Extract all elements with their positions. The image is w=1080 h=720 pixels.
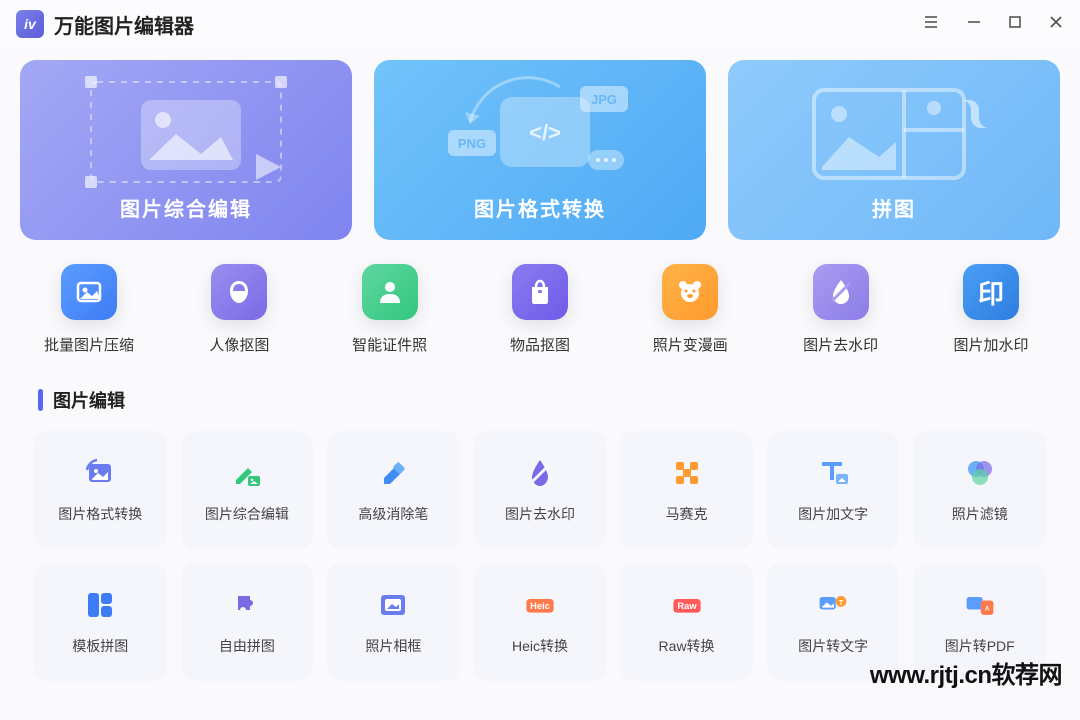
- person-icon: [362, 264, 418, 320]
- grid-frame[interactable]: 照片相框: [327, 563, 460, 681]
- close-icon[interactable]: [1048, 14, 1064, 35]
- grid-mosaic[interactable]: 马赛克: [620, 431, 753, 549]
- grid-filter[interactable]: 照片滤镜: [913, 431, 1046, 549]
- grid-label: 自由拼图: [219, 636, 275, 656]
- grid-heic[interactable]: Heic Heic转换: [474, 563, 607, 681]
- hero-row: 图片综合编辑 </> PNG JPG 图片格式转换: [20, 60, 1060, 240]
- hero-format-convert[interactable]: </> PNG JPG 图片格式转换: [374, 60, 706, 240]
- grid-label: 模板拼图: [72, 636, 128, 656]
- tool-add-watermark[interactable]: 印 图片加水印: [936, 264, 1046, 355]
- main-content: 图片综合编辑 </> PNG JPG 图片格式转换: [0, 48, 1080, 681]
- image-edit-art-icon: [81, 72, 291, 192]
- svg-text:Heic: Heic: [530, 601, 550, 611]
- app-logo: iv: [16, 10, 44, 38]
- minimize-icon[interactable]: [966, 14, 982, 35]
- eraser-icon: [376, 456, 410, 490]
- edit-image-icon: [230, 456, 264, 490]
- section-header: 图片编辑: [38, 387, 1060, 413]
- filter-icon: [963, 456, 997, 490]
- grid-add-text[interactable]: 图片加文字: [767, 431, 900, 549]
- tool-id-photo[interactable]: 智能证件照: [335, 264, 445, 355]
- grid-edit-image[interactable]: 图片综合编辑: [181, 431, 314, 549]
- grid-free-collage[interactable]: 自由拼图: [181, 563, 314, 681]
- feature-grid: 图片格式转换 图片综合编辑 高级消除笔 图片去水印 马赛克 图片加文字 照片滤镜…: [20, 431, 1060, 681]
- grid-template-collage[interactable]: 模板拼图: [34, 563, 167, 681]
- svg-text:T: T: [839, 599, 844, 607]
- hero-collage[interactable]: 拼图: [728, 60, 1060, 240]
- frame-icon: [376, 588, 410, 622]
- tool-object-cutout[interactable]: 物品抠图: [485, 264, 595, 355]
- grid-img2pdf[interactable]: A 图片转PDF: [913, 563, 1046, 681]
- stamp-icon: 印: [963, 264, 1019, 320]
- format-convert-art-icon: </> PNG JPG: [430, 72, 650, 192]
- maximize-icon[interactable]: [1008, 15, 1022, 34]
- grid-raw[interactable]: Raw Raw转换: [620, 563, 753, 681]
- puzzle-icon: [230, 588, 264, 622]
- tool-row: 批量图片压缩 人像抠图 智能证件照 物品抠图 照片变漫画 图片去水印 印 图片加…: [34, 264, 1046, 355]
- mosaic-icon: [670, 456, 704, 490]
- tool-label: 物品抠图: [510, 334, 570, 355]
- img2text-icon: T: [816, 588, 850, 622]
- tool-batch-compress[interactable]: 批量图片压缩: [34, 264, 144, 355]
- menu-icon[interactable]: [922, 13, 940, 36]
- template-icon: [83, 588, 117, 622]
- hero-image-edit[interactable]: 图片综合编辑: [20, 60, 352, 240]
- tool-label: 图片去水印: [803, 334, 878, 355]
- tool-label: 人像抠图: [209, 334, 269, 355]
- svg-text:A: A: [985, 605, 990, 612]
- tool-portrait-cutout[interactable]: 人像抠图: [184, 264, 294, 355]
- svg-text:PNG: PNG: [458, 136, 486, 151]
- hero-label: 拼图: [872, 193, 916, 222]
- grid-eraser[interactable]: 高级消除笔: [327, 431, 460, 549]
- tool-label: 图片加水印: [953, 334, 1028, 355]
- bag-icon: [512, 264, 568, 320]
- heic-icon: Heic: [523, 588, 557, 622]
- tool-label: 照片变漫画: [653, 334, 728, 355]
- grid-label: 图片综合编辑: [205, 504, 289, 524]
- grid-label: 马赛克: [666, 504, 708, 524]
- grid-label: 图片格式转换: [58, 504, 142, 524]
- hero-label: 图片综合编辑: [120, 193, 252, 222]
- svg-text:</>: </>: [529, 120, 561, 145]
- grid-label: Raw转换: [659, 636, 715, 656]
- grid-img2text[interactable]: T 图片转文字: [767, 563, 900, 681]
- window-controls: [922, 13, 1064, 36]
- text-image-icon: [816, 456, 850, 490]
- titlebar: iv 万能图片编辑器: [0, 0, 1080, 48]
- droplet-off-icon: [523, 456, 557, 490]
- grid-remove-watermark[interactable]: 图片去水印: [474, 431, 607, 549]
- bear-icon: [662, 264, 718, 320]
- grid-label: 高级消除笔: [358, 504, 428, 524]
- tool-remove-watermark[interactable]: 图片去水印: [786, 264, 896, 355]
- grid-label: 图片加文字: [798, 504, 868, 524]
- image-icon: [61, 264, 117, 320]
- svg-text:JPG: JPG: [591, 92, 617, 107]
- app-title: 万能图片编辑器: [54, 10, 194, 39]
- convert-icon: [83, 456, 117, 490]
- collage-art-icon: [784, 72, 1004, 192]
- grid-label: Heic转换: [512, 636, 568, 656]
- grid-label: 图片去水印: [505, 504, 575, 524]
- section-accent-bar: [38, 389, 43, 411]
- face-icon: [211, 264, 267, 320]
- grid-label: 图片转PDF: [945, 636, 1015, 656]
- grid-label: 照片相框: [365, 636, 421, 656]
- grid-format-convert[interactable]: 图片格式转换: [34, 431, 167, 549]
- hero-label: 图片格式转换: [474, 193, 606, 222]
- tool-cartoon[interactable]: 照片变漫画: [635, 264, 745, 355]
- tool-label: 批量图片压缩: [44, 334, 134, 355]
- droplet-off-icon: [813, 264, 869, 320]
- svg-text:Raw: Raw: [677, 601, 697, 611]
- grid-label: 照片滤镜: [952, 504, 1008, 524]
- raw-icon: Raw: [670, 588, 704, 622]
- grid-label: 图片转文字: [798, 636, 868, 656]
- section-title: 图片编辑: [53, 387, 125, 413]
- img2pdf-icon: A: [963, 588, 997, 622]
- tool-label: 智能证件照: [352, 334, 427, 355]
